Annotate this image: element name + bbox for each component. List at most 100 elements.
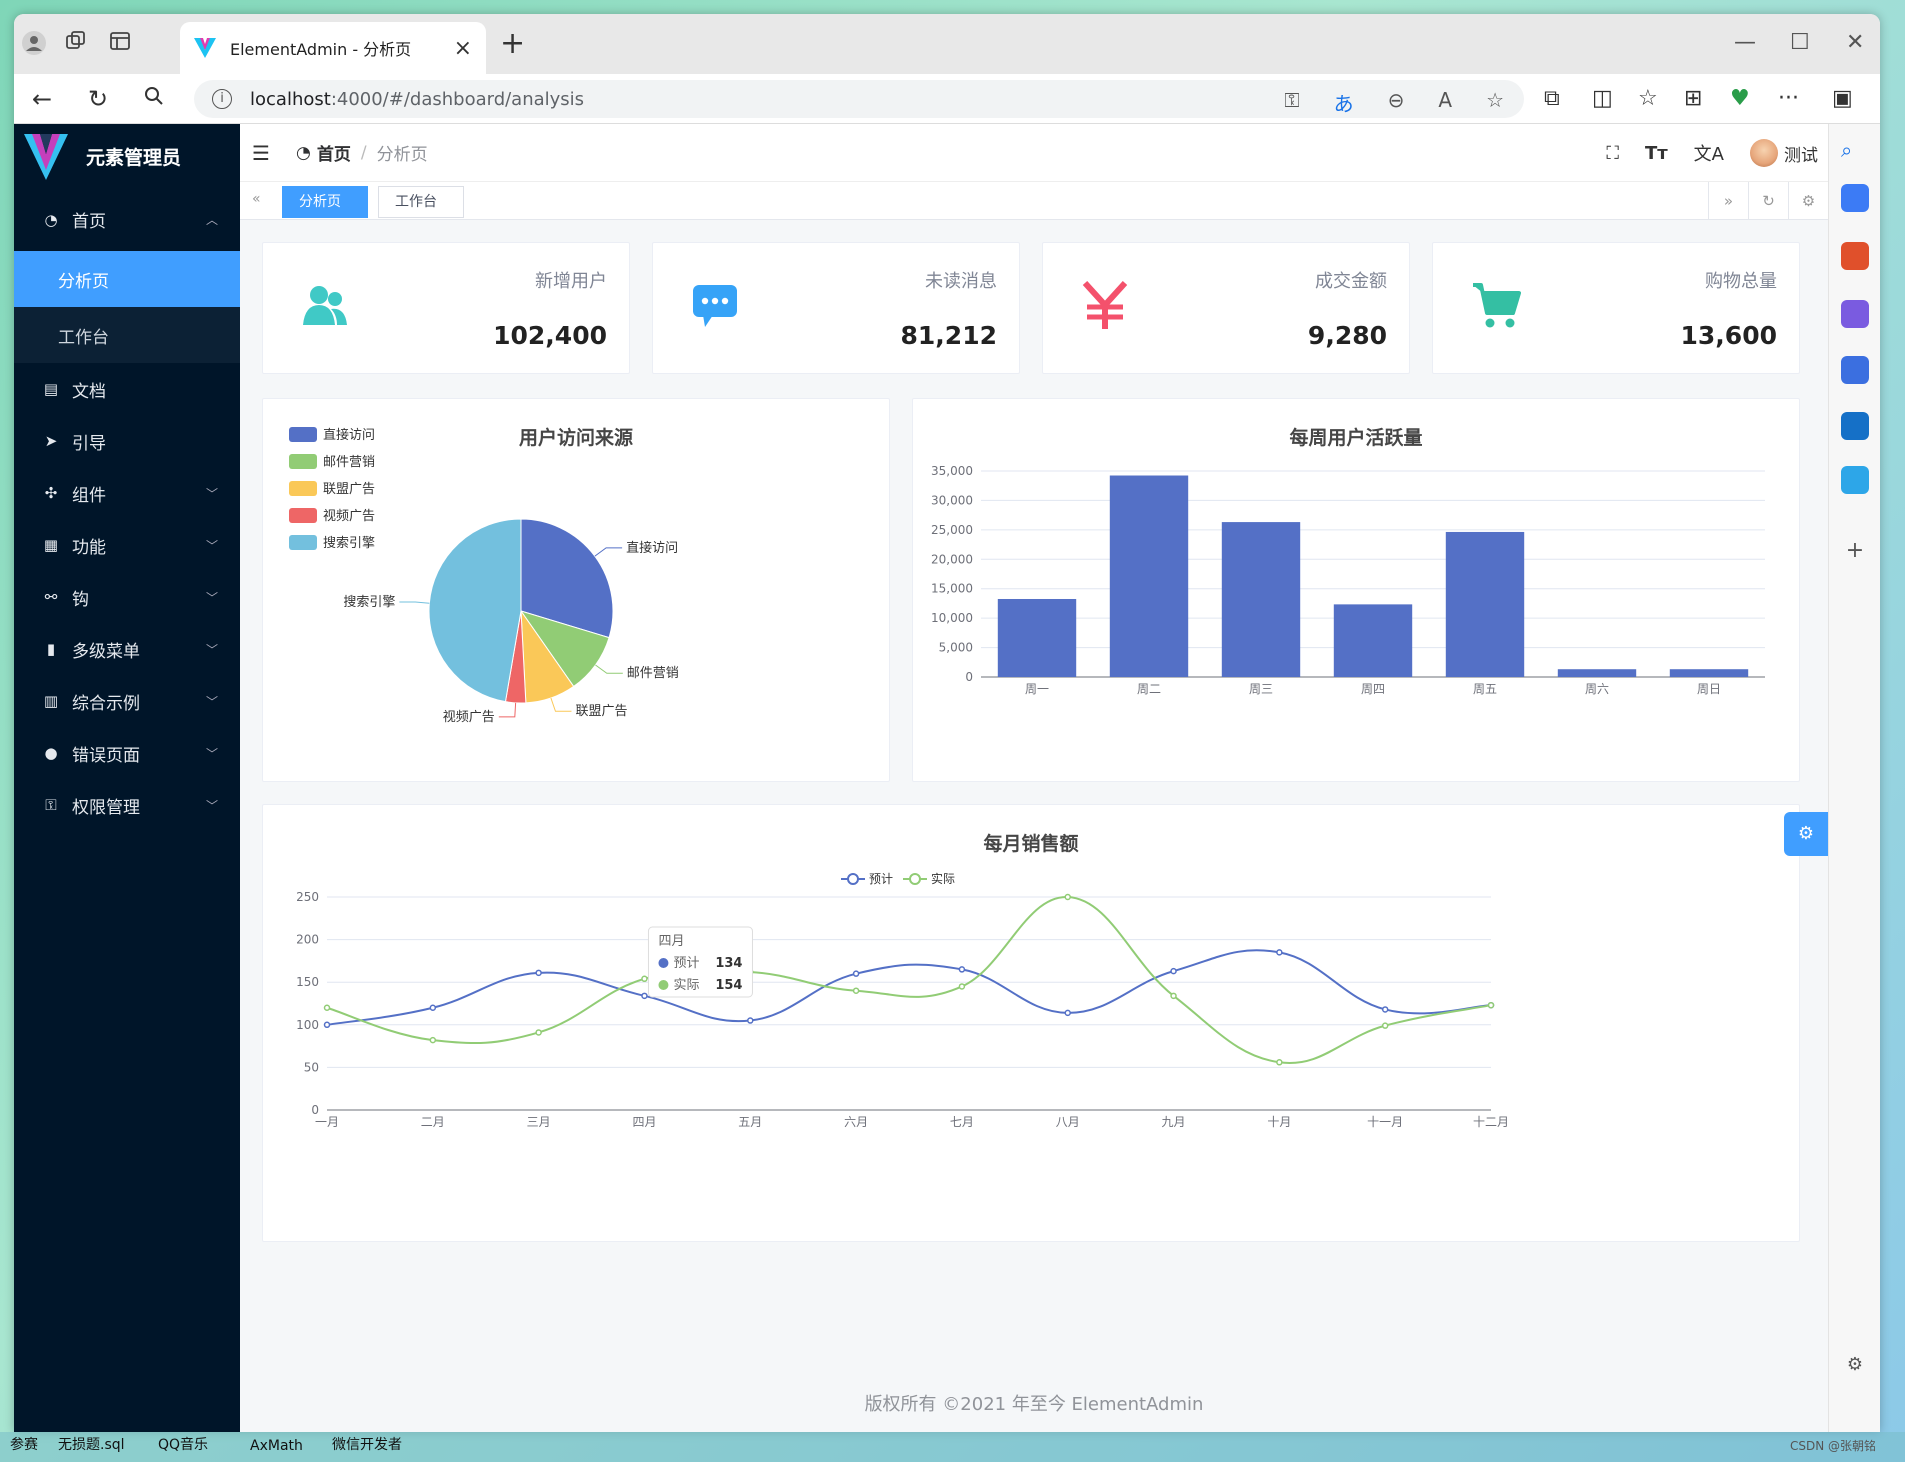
tag-workbench[interactable]: 工作台 — [378, 186, 464, 218]
new-tab-icon[interactable]: + — [500, 29, 525, 59]
profile-icon[interactable] — [20, 30, 48, 58]
browser-tab[interactable]: ElementAdmin - 分析页 × — [180, 22, 486, 74]
settings-icon[interactable]: ⚙ — [1841, 1354, 1869, 1382]
site-info-icon[interactable]: i — [212, 89, 232, 109]
menu-item-docs[interactable]: ▤ 文档 — [14, 363, 240, 415]
component-icon: ✣ — [44, 484, 58, 502]
favorites-icon[interactable]: ☆ — [1638, 86, 1658, 111]
favorite-icon[interactable]: ☆ — [1486, 88, 1504, 117]
tag-settings-icon[interactable]: ⚙ — [1788, 182, 1828, 220]
tag-app-icon[interactable] — [1841, 184, 1869, 212]
search-icon[interactable] — [144, 85, 164, 113]
refresh-icon[interactable]: ↻ — [88, 85, 108, 113]
split-screen-icon[interactable]: ◫ — [1592, 86, 1613, 111]
data-point — [429, 1036, 437, 1044]
error-icon: ● — [44, 744, 58, 762]
read-aloud-icon[interactable]: A — [1438, 88, 1452, 117]
add-app-icon[interactable]: + — [1841, 538, 1869, 566]
send-app-icon[interactable] — [1841, 466, 1869, 494]
menu-item-permissions[interactable]: ⚿ 权限管理 ﹀ — [14, 779, 240, 831]
taskbar-item[interactable]: 参赛 — [10, 1434, 38, 1454]
data-point — [1064, 893, 1071, 901]
stat-card-transaction-amount[interactable]: 成交金额 9,280 — [1042, 242, 1410, 374]
language-icon[interactable]: 文A — [1694, 140, 1724, 166]
stat-card-shopping-total[interactable]: 购物总量 13,600 — [1432, 242, 1800, 374]
back-icon[interactable]: ← — [32, 85, 52, 113]
menu-item-guide[interactable]: ➤ 引导 — [14, 415, 240, 467]
user-menu[interactable]: 测试 — [1750, 139, 1818, 167]
key-icon[interactable]: ⚿ — [1284, 88, 1299, 117]
app-root: 元素管理员 ◔ 首页 ︿ 分析页 工作台 ▤ 文档 ➤ 引导 ✣ 组件 ﹀ ▦ … — [14, 124, 1828, 1432]
scroll-right-icon[interactable]: » — [1708, 182, 1748, 220]
search-sidebar-icon[interactable]: ⌕ — [1841, 138, 1869, 166]
legend-label: 联盟广告 — [323, 482, 375, 497]
menu-item-features[interactable]: ▦ 功能 ﹀ — [14, 519, 240, 571]
tab-actions-icon[interactable] — [106, 30, 134, 58]
logo-icon — [24, 134, 68, 180]
pie-label-line — [550, 697, 572, 712]
games-app-icon[interactable] — [1841, 300, 1869, 328]
submenu-item-workbench[interactable]: 工作台 — [14, 307, 240, 363]
x-tick-label: 周一 — [1025, 682, 1049, 696]
outlook-app-icon[interactable] — [1841, 412, 1869, 440]
breadcrumb: ◔ 首页 / 分析页 — [296, 140, 428, 166]
x-tick-label: 四月 — [632, 1115, 656, 1129]
more-icon[interactable]: ··· — [1778, 86, 1799, 111]
menu-item-examples[interactable]: ▥ 综合示例 ﹀ — [14, 675, 240, 727]
sidebar-toggle-icon[interactable]: ▣ — [1832, 86, 1853, 111]
menu-item-home[interactable]: ◔ 首页 ︿ — [14, 188, 240, 251]
data-point — [852, 970, 860, 977]
settings-fab-icon[interactable]: ⚙ — [1784, 812, 1828, 856]
menu-item-hooks[interactable]: ⚯ 钩 ﹀ — [14, 571, 240, 623]
menu-label: 功能 — [72, 537, 106, 558]
taskbar-item[interactable]: QQ音乐 — [158, 1434, 208, 1454]
stat-label: 未读消息 — [925, 271, 997, 292]
stat-card-new-users[interactable]: 新增用户 102,400 — [262, 242, 630, 374]
zoom-icon[interactable]: ⊖ — [1388, 88, 1405, 117]
menu-label: 文档 — [72, 381, 106, 402]
collections-toolbar-icon[interactable]: ⊞ — [1684, 86, 1702, 111]
legend-label: 搜索引擎 — [323, 536, 375, 551]
close-window-icon[interactable]: ✕ — [1846, 30, 1864, 55]
stat-card-unread-messages[interactable]: 未读消息 81,212 — [652, 242, 1020, 374]
menu-item-error-pages[interactable]: ● 错误页面 ﹀ — [14, 727, 240, 779]
font-size-icon[interactable]: Tт — [1645, 143, 1668, 164]
maximize-icon[interactable]: ☐ — [1790, 30, 1810, 55]
x-tick-label: 八月 — [1056, 1115, 1080, 1129]
legend-swatch — [289, 454, 317, 469]
toolbox-app-icon[interactable] — [1841, 242, 1869, 270]
translate-icon[interactable]: あ — [1334, 88, 1354, 117]
breadcrumb-home[interactable]: 首页 — [317, 140, 351, 165]
navbar: ☰ ◔ 首页 / 分析页 ⛶ Tт 文A 测试 — [240, 124, 1828, 182]
stat-value: 9,280 — [1307, 321, 1387, 350]
pie-label-line — [594, 547, 623, 557]
office-app-icon[interactable] — [1841, 356, 1869, 384]
fullscreen-icon[interactable]: ⛶ — [1606, 143, 1619, 164]
x-tick-label: 七月 — [950, 1115, 974, 1129]
menu-item-components[interactable]: ✣ 组件 ﹀ — [14, 467, 240, 519]
x-tick-label: 周四 — [1361, 682, 1385, 696]
minimize-icon[interactable]: — — [1734, 30, 1756, 55]
tag-analysis[interactable]: 分析页 — [282, 186, 368, 218]
x-tick-label: 周三 — [1249, 682, 1273, 696]
taskbar-item[interactable]: AxMath — [250, 1438, 303, 1454]
refresh-tag-icon[interactable]: ↻ — [1748, 182, 1788, 220]
extensions-icon[interactable]: ⧉ — [1544, 86, 1560, 111]
data-point — [323, 1004, 331, 1012]
scroll-left-icon[interactable]: « — [252, 191, 261, 207]
taskbar-item[interactable]: 无损题.sql — [58, 1434, 125, 1454]
menu-item-multilevel[interactable]: ▮ 多级菜单 ﹀ — [14, 623, 240, 675]
taskbar-item[interactable]: 微信开发者 — [332, 1434, 402, 1454]
submenu-item-analysis[interactable]: 分析页 — [14, 251, 240, 307]
tab-close-icon[interactable]: × — [454, 36, 472, 61]
dashboard-icon: ◔ — [296, 142, 311, 163]
performance-icon[interactable]: ♥ — [1730, 86, 1750, 111]
url-host: localhost — [250, 88, 331, 110]
x-tick-label: 周二 — [1137, 682, 1161, 696]
data-point — [958, 966, 966, 973]
url-field[interactable]: i localhost:4000/#/dashboard/analysis ⚿ … — [194, 80, 1524, 118]
menu-fold-icon[interactable]: ☰ — [252, 141, 276, 165]
collections-icon[interactable] — [62, 30, 90, 58]
bar — [1109, 475, 1189, 677]
app-logo[interactable]: 元素管理员 — [14, 124, 240, 188]
